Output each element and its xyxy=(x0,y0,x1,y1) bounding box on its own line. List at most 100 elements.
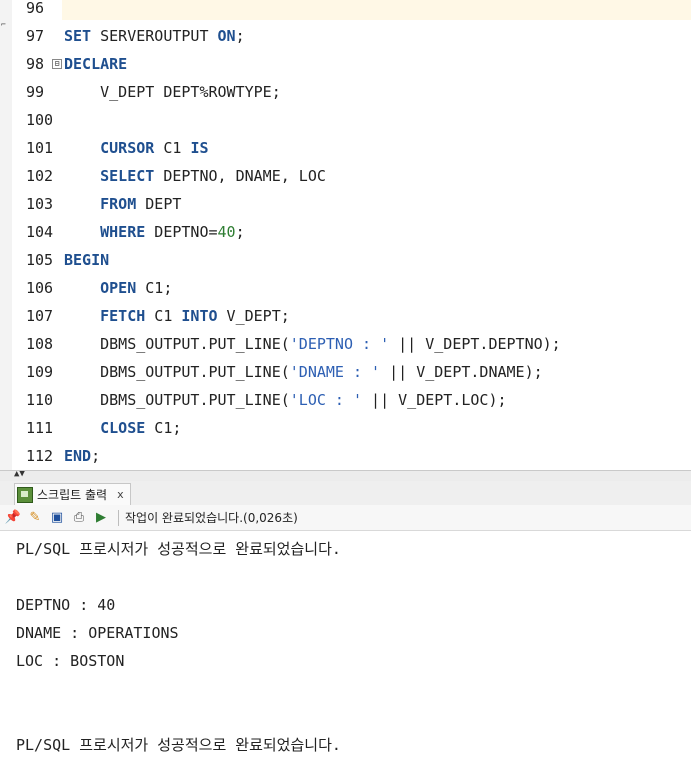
code-editor[interactable]: SET SERVEROUTPUT ON; DECLARE V_DEPT DEPT%… xyxy=(62,0,691,470)
code-text: DBMS_OUTPUT.PUT_LINE('DEPTNO : ' || V_DE… xyxy=(64,330,561,358)
line-number: 103 xyxy=(26,195,54,213)
code-line[interactable]: DBMS_OUTPUT.PUT_LINE('LOC : ' || V_DEPT.… xyxy=(62,386,691,414)
fold-toggle-icon[interactable]: ⊟ xyxy=(52,59,62,69)
code-string: 'DEPTNO : ' xyxy=(289,335,390,353)
tab-close-button[interactable]: x xyxy=(117,488,124,501)
code-line[interactable] xyxy=(62,0,691,22)
code-string: 'DNAME : ' xyxy=(289,363,381,381)
tab-script-output[interactable]: 스크립트 출력 x xyxy=(14,483,131,505)
code-keyword: IS xyxy=(190,139,209,157)
line-number: 104 xyxy=(26,223,54,241)
code-line[interactable]: SET SERVEROUTPUT ON; xyxy=(62,22,691,50)
eraser-icon[interactable]: ✎ xyxy=(26,509,44,527)
tab-label: 스크립트 출력 xyxy=(37,488,108,502)
pin-icon[interactable]: 📌 xyxy=(4,509,22,527)
code-line[interactable]: END; xyxy=(62,442,691,470)
code-text: CURSOR C1 IS xyxy=(64,134,209,162)
code-keyword: CLOSE xyxy=(100,419,146,437)
code-text: SELECT DEPTNO, DNAME, LOC xyxy=(64,162,326,190)
code-text: SET SERVEROUTPUT ON; xyxy=(64,22,245,50)
line-number: 108 xyxy=(26,335,54,353)
code-text: DBMS_OUTPUT.PUT_LINE('LOC : ' || V_DEPT.… xyxy=(64,386,507,414)
output-line: LOC : BOSTON xyxy=(16,652,125,670)
code-keyword: ON xyxy=(217,27,236,45)
code-line[interactable]: DECLARE xyxy=(62,50,691,78)
code-token: || V_DEPT.LOC); xyxy=(362,391,507,409)
code-token: C1 xyxy=(145,307,182,325)
code-string: 'LOC : ' xyxy=(289,391,363,409)
code-line[interactable]: SELECT DEPTNO, DNAME, LOC xyxy=(62,162,691,190)
output-tabbar: 스크립트 출력 x xyxy=(0,481,691,506)
code-text: FETCH C1 INTO V_DEPT; xyxy=(64,302,290,330)
code-token: || V_DEPT.DNAME); xyxy=(380,363,543,381)
code-line[interactable]: FROM DEPT xyxy=(62,190,691,218)
code-token: || V_DEPT.DEPTNO); xyxy=(389,335,561,353)
code-line[interactable]: CLOSE C1; xyxy=(62,414,691,442)
output-line: PL/SQL 프로시저가 성공적으로 완료되었습니다. xyxy=(16,736,341,754)
script-output-area[interactable]: PL/SQL 프로시저가 성공적으로 완료되었습니다. DEPTNO : 40 DN… xyxy=(16,535,686,759)
output-line: DEPTNO : 40 xyxy=(16,596,116,614)
code-line[interactable]: CURSOR C1 IS xyxy=(62,134,691,162)
line-number-gutter: 96 97 98 99 100 101 102 103 104 105 106 107 108 109 11… xyxy=(12,0,62,470)
script-output-icon xyxy=(17,486,33,503)
code-text: DBMS_OUTPUT.PUT_LINE('DNAME : ' || V_DEP… xyxy=(64,358,543,386)
code-line[interactable]: DBMS_OUTPUT.PUT_LINE('DEPTNO : ' || V_DE… xyxy=(62,330,691,358)
output-toolbar: 📌 ✎ ▣ ⎙ ▶ 작업이 완료되었습니다.(0,026초) xyxy=(0,505,691,531)
code-token: C1; xyxy=(136,279,173,297)
code-keyword: FETCH xyxy=(100,307,146,325)
line-number: 97 xyxy=(26,27,45,45)
code-line[interactable] xyxy=(62,106,691,134)
run-icon[interactable]: ▶ xyxy=(92,509,110,527)
code-token: DBMS_OUTPUT.PUT_LINE( xyxy=(64,363,290,381)
code-line[interactable]: DBMS_OUTPUT.PUT_LINE('DNAME : ' || V_DEP… xyxy=(62,358,691,386)
status-text: 작업이 완료되었습니다.(0,026초) xyxy=(125,511,298,525)
code-text: BEGIN xyxy=(64,246,109,274)
line-number: 102 xyxy=(26,167,54,185)
collapse-arrows-icon[interactable]: ▲▼ xyxy=(14,469,25,479)
code-line[interactable]: WHERE DEPTNO=40; xyxy=(62,218,691,246)
code-text: END; xyxy=(64,442,100,470)
code-keyword: INTO xyxy=(181,307,218,325)
code-line[interactable]: OPEN C1; xyxy=(62,274,691,302)
print-icon[interactable]: ⎙ xyxy=(70,509,88,527)
code-text: DECLARE xyxy=(64,50,127,78)
code-keyword: CURSOR xyxy=(100,139,155,157)
output-line: PL/SQL 프로시저가 성공적으로 완료되었습니다. xyxy=(16,540,341,558)
line-number: 107 xyxy=(26,307,54,325)
output-line: DNAME : OPERATIONS xyxy=(16,624,179,642)
code-text: CLOSE C1; xyxy=(64,414,181,442)
margin-marker-icon: ⌐ xyxy=(1,20,6,29)
code-keyword: BEGIN xyxy=(64,251,110,269)
line-number: 96 xyxy=(26,0,45,17)
code-line[interactable]: V_DEPT DEPT%ROWTYPE; xyxy=(62,78,691,106)
code-token: C1; xyxy=(145,419,182,437)
code-token: DBMS_OUTPUT.PUT_LINE( xyxy=(64,335,290,353)
save-icon[interactable]: ▣ xyxy=(48,509,66,527)
code-keyword: OPEN xyxy=(100,279,137,297)
code-text: WHERE DEPTNO=40; xyxy=(64,218,245,246)
code-keyword: FROM xyxy=(100,195,137,213)
line-number: 99 xyxy=(26,83,45,101)
code-keyword: END xyxy=(64,447,92,465)
code-token: V_DEPT DEPT%ROWTYPE; xyxy=(64,83,281,101)
line-number: 105 xyxy=(26,251,54,269)
code-line[interactable]: BEGIN xyxy=(62,246,691,274)
toolbar-divider xyxy=(118,509,119,526)
line-number: 100 xyxy=(26,111,54,129)
code-line[interactable]: FETCH C1 INTO V_DEPT; xyxy=(62,302,691,330)
code-token: DEPTNO= xyxy=(145,223,218,241)
code-token: C1 xyxy=(154,139,191,157)
line-number: 111 xyxy=(26,419,54,437)
code-token: ; xyxy=(91,447,101,465)
code-number: 40 xyxy=(217,223,236,241)
line-number: 112 xyxy=(26,447,54,465)
code-keyword: WHERE xyxy=(100,223,146,241)
